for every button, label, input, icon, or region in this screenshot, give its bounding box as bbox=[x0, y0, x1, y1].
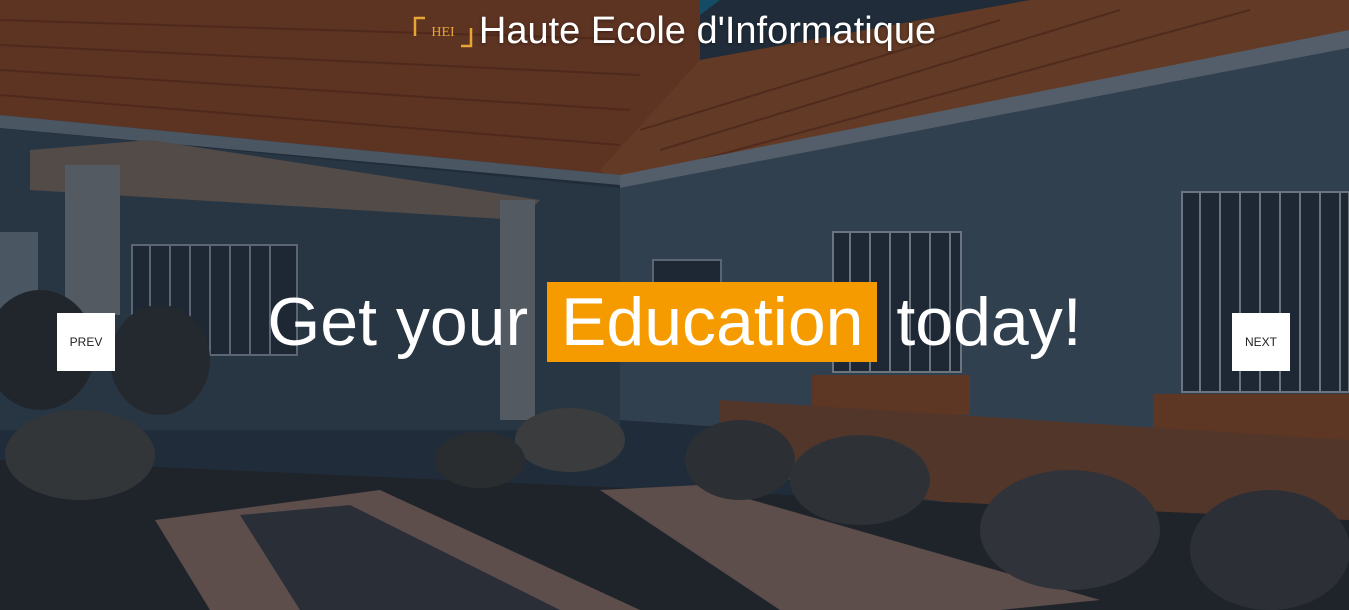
hei-logo: HEI bbox=[413, 14, 473, 50]
svg-text:HEI: HEI bbox=[431, 25, 455, 40]
headline-prefix: Get your bbox=[267, 284, 548, 360]
site-title: Haute Ecole d'Informatique bbox=[478, 10, 937, 52]
site-brand[interactable]: HEI Haute Ecole d'Informatique bbox=[0, 10, 1349, 53]
headline-highlight: Education bbox=[547, 282, 878, 362]
hero-carousel: HEI Haute Ecole d'Informatique Get your … bbox=[0, 0, 1349, 610]
carousel-next-button[interactable]: NEXT bbox=[1232, 313, 1290, 371]
carousel-prev-button[interactable]: PREV bbox=[57, 313, 115, 371]
hero-headline: Get your Education today! bbox=[0, 282, 1349, 362]
headline-suffix: today! bbox=[877, 284, 1082, 360]
